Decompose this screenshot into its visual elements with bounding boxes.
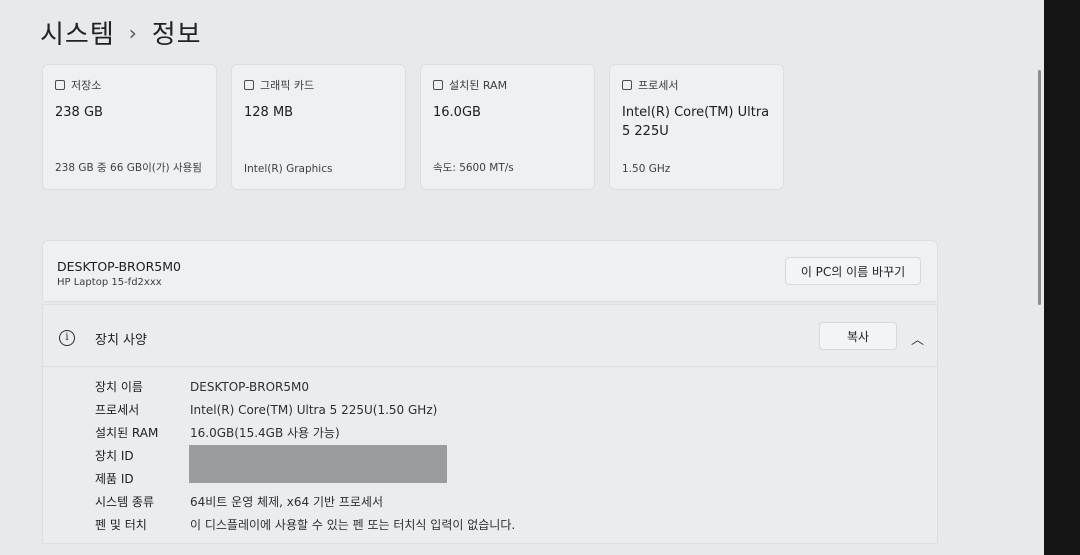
spec-value: 64비트 운영 체제, x64 기반 프로세서: [190, 495, 384, 509]
redacted-id-block: [189, 445, 447, 483]
device-name: DESKTOP-BROR5M0: [57, 259, 181, 274]
storage-card: 저장소 238 GB 238 GB 중 66 GB이(가) 사용됨: [42, 64, 217, 190]
spec-key: 제품 ID: [95, 472, 134, 486]
copy-button[interactable]: 복사: [819, 322, 897, 350]
device-specs-panel: i 장치 사양 복사 ︿ 장치 이름 DESKTOP-BROR5M0 프로세서 In…: [42, 304, 938, 544]
ram-icon: [433, 80, 443, 90]
spec-key: 프로세서: [95, 403, 140, 417]
card-value: 128 MB: [244, 105, 294, 120]
spec-key: 시스템 종류: [95, 495, 155, 509]
spec-row: 시스템 종류 64비트 운영 체제, x64 기반 프로세서: [95, 490, 515, 513]
card-subtext: 1.50 GHz: [622, 163, 671, 175]
breadcrumb-current: 정보: [151, 20, 202, 50]
card-value: 16.0GB: [433, 105, 481, 120]
card-label: 저장소: [71, 79, 102, 92]
spec-key: 장치 이름: [95, 380, 143, 394]
device-model: HP Laptop 15-fd2xxx: [57, 277, 162, 288]
breadcrumb-separator: ›: [128, 20, 138, 45]
spec-value: Intel(R) Core(TM) Ultra 5 225U(1.50 GHz): [190, 402, 438, 417]
spec-key: 장치 ID: [95, 449, 134, 463]
graphics-card-icon: [244, 80, 254, 90]
graphics-card: 그래픽 카드 128 MB Intel(R) Graphics: [231, 64, 406, 190]
scrollbar[interactable]: [1038, 70, 1041, 305]
info-icon: i: [59, 330, 75, 346]
spec-row: 설치된 RAM 16.0GB(15.4GB 사용 가능): [95, 421, 515, 444]
card-value: 238 GB: [55, 105, 103, 120]
card-value: Intel(R) Core(TM) Ultra 5 225U: [622, 105, 770, 139]
card-label: 설치된 RAM: [449, 79, 508, 92]
screen-edge: [1044, 0, 1080, 555]
card-label: 프로세서: [638, 79, 679, 92]
spec-key: 펜 및 터치: [95, 518, 147, 532]
card-label: 그래픽 카드: [260, 79, 315, 92]
breadcrumb-parent[interactable]: 시스템: [40, 14, 115, 51]
chevron-up-icon[interactable]: ︿: [911, 329, 924, 348]
processor-icon: [622, 80, 632, 90]
card-subtext: 속도: 5600 MT/s: [433, 162, 514, 174]
processor-card: 프로세서 Intel(R) Core(TM) Ultra 5 225U 1.50…: [609, 64, 784, 190]
storage-icon: [55, 80, 65, 90]
spec-value: 이 디스플레이에 사용할 수 있는 펜 또는 터치식 입력이 없습니다.: [190, 518, 516, 532]
spec-value: DESKTOP-BROR5M0: [190, 379, 310, 394]
device-specs-header[interactable]: i 장치 사양 복사 ︿: [43, 305, 937, 367]
spec-row: 프로세서 Intel(R) Core(TM) Ultra 5 225U(1.50 …: [95, 398, 515, 421]
spec-value: 16.0GB(15.4GB 사용 가능): [190, 426, 340, 440]
device-specs-title: 장치 사양: [95, 333, 147, 348]
spec-row: 펜 및 터치 이 디스플레이에 사용할 수 있는 펜 또는 터치식 입력이 없습니…: [95, 513, 515, 536]
ram-card: 설치된 RAM 16.0GB 속도: 5600 MT/s: [420, 64, 595, 190]
page-title: 시스템 › 정보: [40, 14, 202, 51]
spec-key: 설치된 RAM: [95, 426, 159, 440]
card-subtext: 238 GB 중 66 GB이(가) 사용됨: [55, 162, 202, 174]
rename-pc-button[interactable]: 이 PC의 이름 바꾸기: [785, 257, 921, 285]
spec-row: 장치 이름 DESKTOP-BROR5M0: [95, 375, 515, 398]
summary-cards: 저장소 238 GB 238 GB 중 66 GB이(가) 사용됨 그래픽 카드…: [42, 64, 784, 190]
card-subtext: Intel(R) Graphics: [244, 163, 333, 175]
device-name-row: DESKTOP-BROR5M0 HP Laptop 15-fd2xxx 이 PC…: [42, 240, 938, 302]
